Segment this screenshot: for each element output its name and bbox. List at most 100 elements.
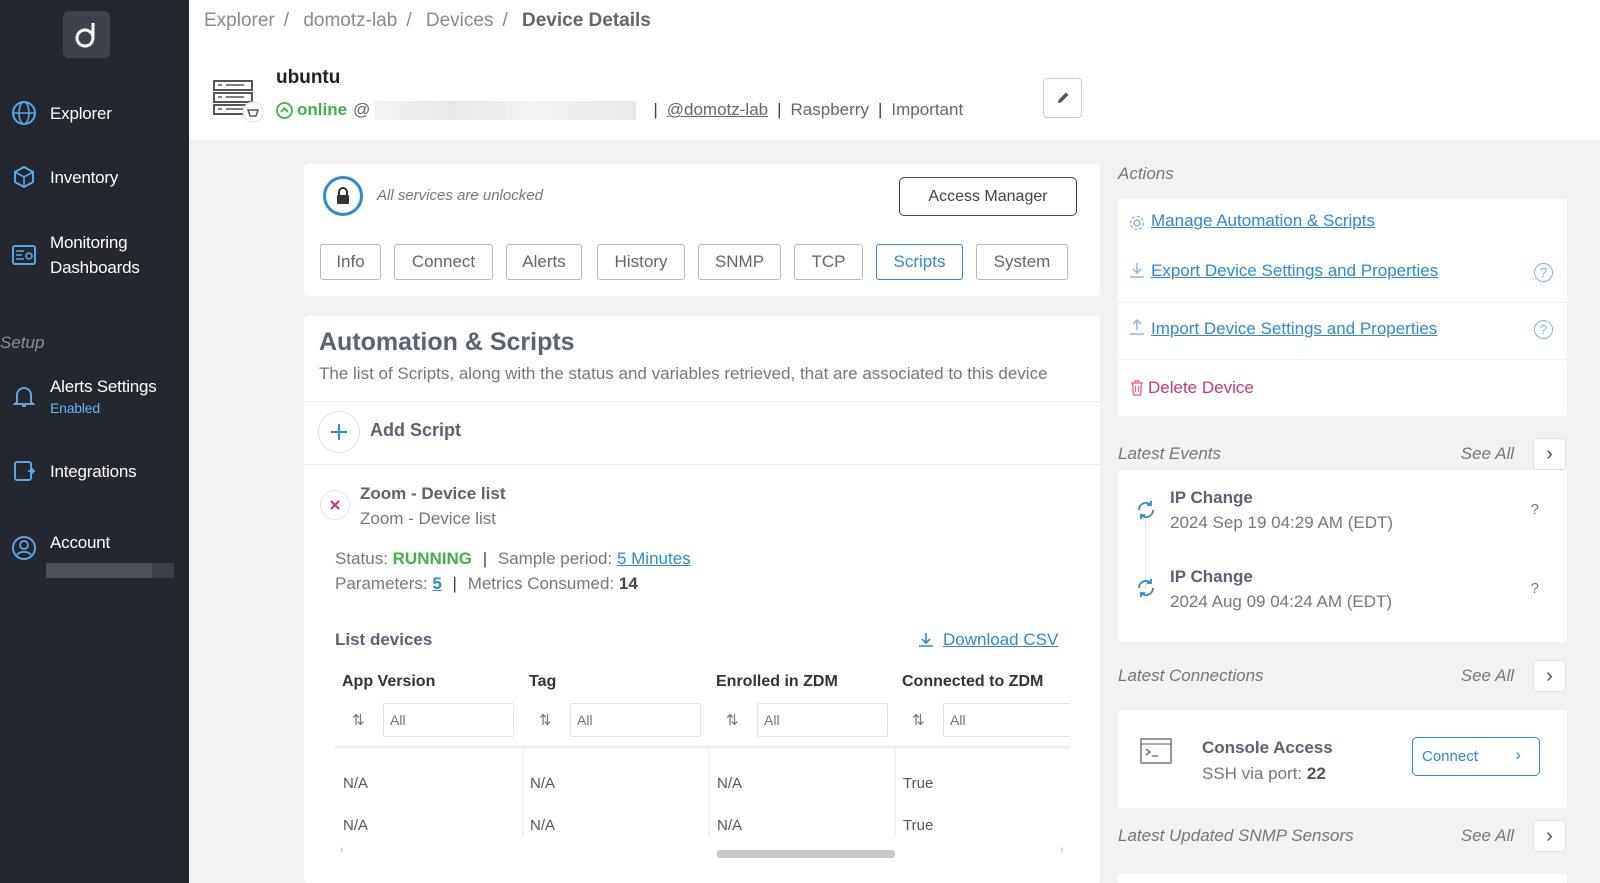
add-script-label[interactable]: Add Script [370,420,461,441]
breadcrumb-explorer[interactable]: Explorer [204,10,275,31]
automation-scripts-panel: Automation & Scripts The list of Scripts… [304,316,1100,883]
horizontal-scrollbar[interactable] [717,850,895,858]
table-cell: True [903,775,934,792]
action-export-settings[interactable]: Export Device Settings and Properties ? [1118,246,1567,302]
event-help[interactable]: ? [1531,580,1539,597]
plus-icon [331,424,347,440]
sort-icon[interactable]: ⇅ [726,711,739,729]
event-date: 2024 Aug 09 04:24 AM (EDT) [1170,592,1393,611]
breadcrumb-devices[interactable]: Devices [426,10,494,31]
section-description: The list of Scripts, along with the stat… [319,364,1048,383]
filter-input-app-version[interactable] [383,703,514,737]
metrics-consumed-value: 14 [618,574,638,593]
connections-see-all[interactable]: See All [1461,666,1514,686]
events-see-all[interactable]: See All [1461,444,1514,464]
remove-script-button[interactable] [320,490,350,520]
latest-snmp-title: Latest Updated SNMP Sensors [1118,826,1354,845]
breadcrumb-current: Device Details [522,10,651,31]
scroll-right-arrow[interactable]: › [1060,844,1064,856]
script-params-line: Parameters: 5 | Metrics Consumed: 14 [335,574,638,594]
status-label: Status: [335,549,388,568]
column-header-enrolled-in-zdm[interactable]: Enrolled in ZDM [716,673,838,691]
user-icon [11,535,37,561]
download-csv[interactable]: Download CSV [918,630,1058,650]
devices-table: App Version Tag Enrolled in ZDM Connecte… [335,661,1070,883]
trash-icon [1128,379,1146,397]
agent-link[interactable]: @domotz-lab [667,100,768,120]
metrics-consumed-label: Metrics Consumed: [467,574,615,593]
help-icon[interactable]: ? [1534,320,1553,339]
column-header-app-version[interactable]: App Version [342,673,435,691]
refresh-icon [1134,576,1158,600]
table-cell: N/A [717,775,743,792]
snmp-see-all[interactable]: See All [1461,826,1514,846]
column-divider [522,748,523,836]
add-script-button[interactable] [318,411,360,453]
tab-tcp[interactable]: TCP [794,244,863,280]
snmp-chevron-right-icon[interactable]: › [1533,820,1566,852]
connect-button[interactable]: Connect › [1412,737,1540,776]
delete-device-label[interactable]: Delete Device [1148,378,1254,398]
sidebar-item-label: Alerts Settings Enabled [50,374,157,417]
filter-input-enrolled[interactable] [757,703,888,737]
table-cell: N/A [717,817,743,834]
sidebar: Explorer Inventory Monitoring Dashboards … [0,0,189,883]
download-icon [919,633,933,647]
label-line-1: Monitoring [50,233,128,252]
column-header-tag[interactable]: Tag [529,673,556,691]
sample-period-link[interactable]: 5 Minutes [617,549,691,568]
connection-subtitle: SSH via port: 22 [1202,764,1326,784]
edit-device-button[interactable] [1043,78,1082,118]
access-manager-button[interactable]: Access Manager [899,177,1077,216]
sidebar-item-label: Explorer [50,103,112,123]
dashboard-icon [11,242,37,268]
device-address-redacted [374,100,637,120]
download-csv-link[interactable]: Download CSV [943,630,1058,650]
parameters-link[interactable]: 5 [432,574,441,593]
connections-chevron-right-icon[interactable]: › [1533,660,1566,692]
column-divider [895,748,896,836]
latest-connections-title: Latest Connections [1118,666,1264,685]
sidebar-item-alerts-settings[interactable]: Alerts Settings Enabled [0,377,189,416]
filter-input-tag[interactable] [570,703,701,737]
action-import-settings[interactable]: Import Device Settings and Properties ? [1118,303,1567,359]
latest-events-title: Latest Events [1118,444,1222,463]
logo-d-icon [75,22,94,47]
sidebar-item-monitoring-dashboards[interactable]: Monitoring Dashboards [0,233,189,277]
help-icon[interactable]: ? [1534,263,1553,282]
sort-icon[interactable]: ⇅ [539,711,552,729]
action-manage-automation[interactable]: Manage Automation & Scripts [1118,199,1567,249]
event-help[interactable]: ? [1531,501,1539,518]
sidebar-item-explorer[interactable]: Explorer [0,100,189,126]
scroll-left-arrow[interactable]: ‹ [340,844,344,856]
column-header-connected-to-zdm[interactable]: Connected to ZDM [902,673,1043,691]
tab-alerts[interactable]: Alerts [506,244,582,280]
tab-snmp[interactable]: SNMP [698,244,781,280]
device-at-symbol: @ [353,100,371,119]
separator: | [877,100,883,119]
domotz-logo[interactable] [63,11,110,58]
tab-system[interactable]: System [976,244,1068,280]
action-delete-device[interactable]: Delete Device [1118,360,1567,416]
sort-icon[interactable]: ⇅ [912,711,925,729]
breadcrumb-domotz-lab[interactable]: domotz-lab [303,10,397,31]
refresh-icon [1134,498,1158,522]
action-link[interactable]: Export Device Settings and Properties [1151,261,1438,281]
table-cell: N/A [343,817,369,834]
action-link[interactable]: Manage Automation & Scripts [1151,211,1375,231]
ssh-port-value: 22 [1306,764,1326,783]
event-date: 2024 Sep 19 04:29 AM (EDT) [1170,513,1394,532]
action-link[interactable]: Import Device Settings and Properties [1151,319,1437,339]
tab-scripts[interactable]: Scripts [876,244,963,280]
tab-history[interactable]: History [597,244,685,280]
sidebar-item-label: Inventory [50,167,119,187]
events-chevron-right-icon[interactable]: › [1533,438,1566,470]
sidebar-item-inventory[interactable]: Inventory [0,164,189,190]
tab-connect[interactable]: Connect [394,244,493,280]
tab-info[interactable]: Info [320,244,381,280]
sort-icon[interactable]: ⇅ [352,711,365,729]
sidebar-item-label: Account [50,533,111,552]
sidebar-item-integrations[interactable]: Integrations [0,458,189,484]
sidebar-item-account[interactable]: Account [0,532,189,561]
filter-input-connected[interactable] [943,703,1070,737]
